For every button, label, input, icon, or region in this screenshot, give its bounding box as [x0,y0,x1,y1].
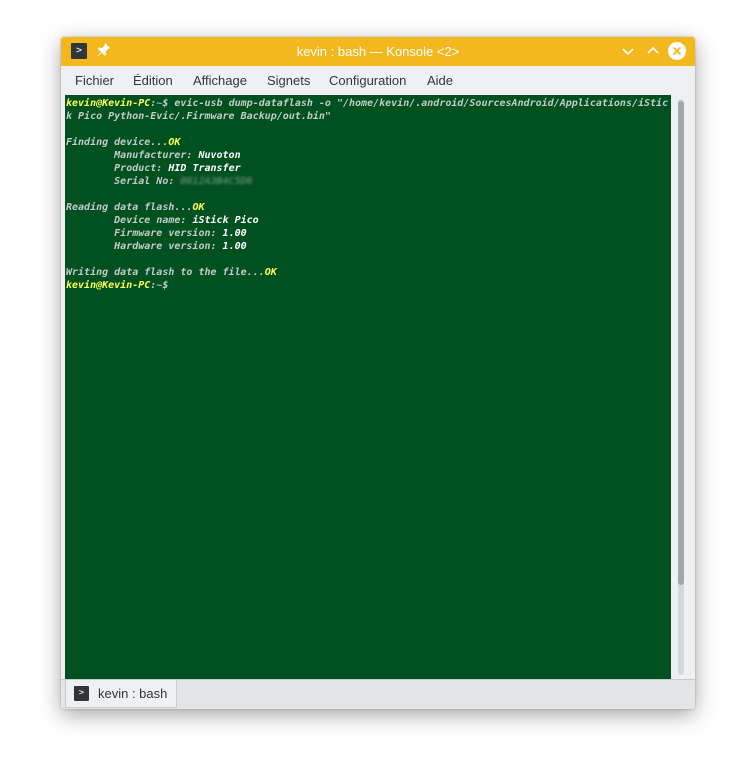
ok-status: OK [264,267,277,278]
menu-bar: Fichier Édition Affichage Signets Config… [61,66,695,95]
menu-signets[interactable]: Signets [267,73,310,88]
finding-device-line: Finding device... [66,137,169,148]
menu-configuration[interactable]: Configuration [329,73,406,88]
menu-affichage[interactable]: Affichage [193,73,247,88]
command-text: evic-usb dump-dataflash -o "/home/kevin/… [168,98,669,109]
product-value: HID Transfer [168,163,241,174]
menu-edition[interactable]: Édition [133,73,173,88]
serial-label: Serial No: [66,176,181,187]
minimize-button[interactable] [619,42,637,60]
tab-kevin-bash[interactable]: > kevin : bash [65,680,177,708]
close-button[interactable] [668,42,686,60]
konsole-window: > kevin : bash — Konsole <2> Fichier Édi… [61,37,695,709]
ok-status: OK [168,137,181,148]
device-name-label: Device name: [66,215,193,226]
vertical-scrollbar[interactable] [671,95,695,679]
terminal-icon: > [74,686,89,701]
reading-flash-line: Reading data flash... [66,202,193,213]
terminal-output[interactable]: kevin@Kevin-PC:~$ evic-usb dump-dataflas… [65,95,671,679]
firmware-value: 1.00 [222,228,247,239]
menu-aide[interactable]: Aide [427,73,453,88]
scrollbar-thumb[interactable] [678,101,684,585]
firmware-label: Firmware version: [66,228,223,239]
manufacturer-label: Manufacturer: [66,150,199,161]
maximize-button[interactable] [644,42,662,60]
window-title: kevin : bash — Konsole <2> [296,44,460,59]
tab-label: kevin : bash [98,686,168,701]
ok-status: OK [192,202,205,213]
hardware-label: Hardware version: [66,241,223,252]
manufacturer-value: Nuvoton [198,150,241,161]
device-name-value: iStick Pico [192,215,259,226]
prompt-user: kevin@Kevin-PC [66,280,151,291]
tab-bar: > kevin : bash [61,679,695,709]
prompt-user: kevin@Kevin-PC [66,98,151,109]
menu-fichier[interactable]: Fichier [75,73,114,88]
writing-flash-line: Writing data flash to the file... [66,267,265,278]
command-text-cont: k Pico Python-Evic/.Firmware Backup/out.… [66,111,331,122]
serial-value-blurred: 0012A3B4C5D6 [180,176,253,187]
product-label: Product: [66,163,169,174]
hardware-value: 1.00 [222,241,247,252]
title-bar[interactable]: > kevin : bash — Konsole <2> [61,37,695,66]
